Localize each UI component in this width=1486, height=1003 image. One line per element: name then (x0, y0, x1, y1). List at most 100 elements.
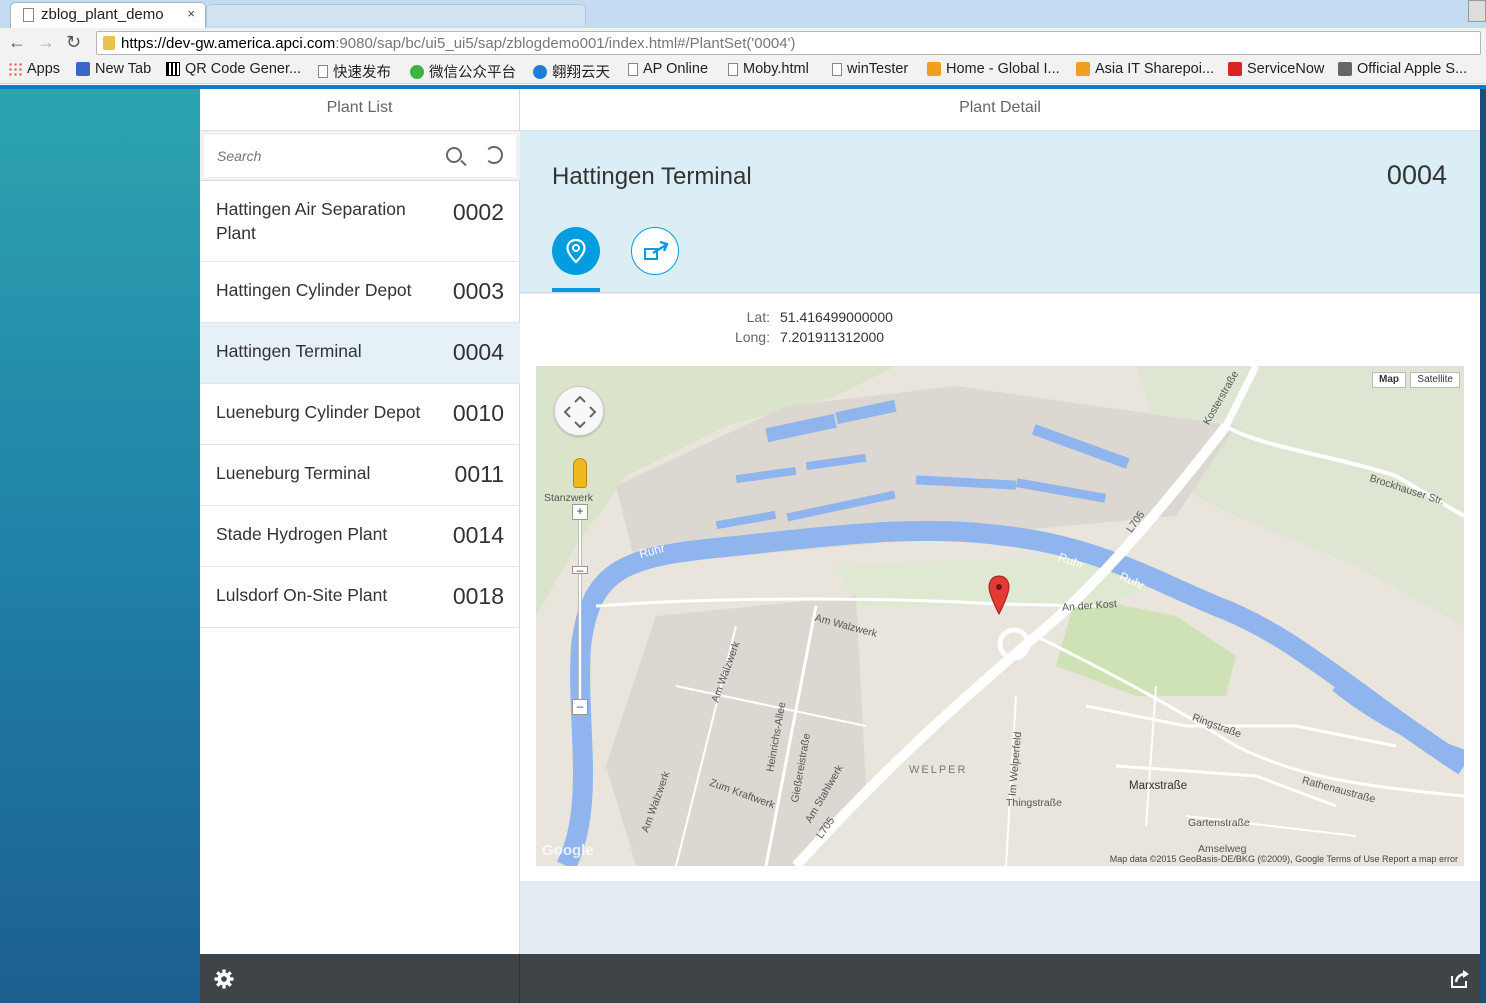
bookmark-item[interactable]: 快速发布 (318, 61, 391, 82)
map-type-map-button[interactable]: Map (1372, 372, 1406, 388)
bookmark-item[interactable]: Apps (8, 61, 60, 77)
google-logo[interactable]: Google (542, 842, 594, 859)
zoom-slider-handle[interactable]: – (572, 564, 588, 576)
plant-list-item[interactable]: Hattingen Cylinder Depot 0003 (200, 262, 520, 323)
tab-title: zblog_plant_demo (41, 6, 164, 23)
bookmark-label: 微信公众平台 (429, 65, 516, 81)
bookmark-item[interactable]: Official Apple S... (1338, 61, 1467, 77)
master-footer (200, 954, 520, 1003)
lock-warning-icon (103, 36, 115, 50)
tab-navigate[interactable] (631, 227, 679, 275)
plant-number: 0003 (452, 278, 504, 304)
bookmark-item[interactable]: Home - Global I... (927, 61, 1060, 77)
plant-list-item[interactable]: Lueneburg Cylinder Depot 0010 (200, 384, 520, 445)
sharepoint-icon (927, 62, 941, 76)
bookmark-label: Moby.html (743, 61, 809, 77)
gear-icon[interactable] (214, 969, 234, 989)
plant-number: 0018 (452, 583, 504, 609)
plant-name: Hattingen Air Separation Plant (216, 199, 406, 243)
wechat-icon (410, 64, 424, 79)
bookmark-label: New Tab (95, 61, 152, 77)
share-icon[interactable] (1450, 970, 1470, 988)
map-label: Gartenstraße (1188, 817, 1250, 829)
bookmark-item[interactable]: 微信公众平台 (410, 61, 516, 82)
plant-list-item[interactable]: Stade Hydrogen Plant 0014 (200, 506, 520, 567)
plant-name: Stade Hydrogen Plant (216, 524, 388, 544)
page-icon (728, 62, 738, 76)
plant-number: 0010 (452, 400, 504, 426)
shell-right-edge (1480, 89, 1486, 1003)
search-bar (200, 131, 520, 181)
plant-list-item[interactable]: Hattingen Air Separation Plant 0002 (200, 181, 520, 262)
pegman-icon[interactable] (573, 458, 587, 488)
zoom-slider[interactable] (578, 516, 582, 706)
address-bar[interactable]: https://dev-gw.america.apci.com:9080/sap… (96, 31, 1481, 55)
object-title: Hattingen Terminal (552, 163, 752, 190)
bookmark-label: ServiceNow (1247, 61, 1325, 77)
plant-name: Lueneburg Terminal (216, 463, 371, 483)
tab-location[interactable] (552, 227, 600, 275)
zoom-out-button[interactable]: – (572, 699, 588, 715)
google-map[interactable]: Stanzwerk Ruhr Ruhr Ruhr L705 L705 Koste… (536, 366, 1464, 866)
plant-number: 0011 (454, 461, 504, 487)
plant-list-item[interactable]: Hattingen Terminal 0004 (200, 323, 520, 384)
refresh-icon[interactable] (485, 146, 503, 164)
browser-tab-inactive[interactable] (206, 4, 586, 26)
plant-list-item[interactable]: Lulsdorf On-Site Plant 0018 (200, 567, 520, 628)
long-label-wrap: Long: (690, 329, 770, 347)
bookmark-item[interactable]: QR Code Gener... (166, 61, 301, 77)
object-header: Hattingen Terminal 0004 (520, 131, 1480, 293)
map-type-satellite-button[interactable]: Satellite (1410, 372, 1460, 388)
browser-toolbar: ← → ↻ https://dev-gw.america.apci.com:90… (0, 28, 1486, 58)
browser-tab-active[interactable]: zblog_plant_demo × (10, 2, 206, 28)
bookmark-label: 翱翔云天 (552, 65, 610, 81)
window-control-button[interactable] (1468, 0, 1486, 22)
plant-name: Lulsdorf On-Site Plant (216, 585, 388, 605)
page-icon (628, 62, 638, 76)
tab-location-underline (552, 288, 600, 292)
bookmark-item[interactable]: winTester (832, 61, 908, 77)
forward-arrow-icon[interactable]: → (37, 32, 55, 53)
apple-icon (1338, 62, 1352, 76)
plant-name: Lueneburg Cylinder Depot (216, 402, 421, 422)
plant-number: 0004 (452, 339, 504, 365)
bookmark-item[interactable]: Asia IT Sharepoi... (1076, 61, 1214, 77)
servicenow-icon (1228, 62, 1242, 76)
page-favicon-icon (23, 8, 34, 22)
bookmark-label: QR Code Gener... (185, 61, 302, 77)
search-input[interactable] (204, 135, 516, 177)
plant-name: Hattingen Terminal (216, 341, 362, 361)
detail-page-title: Plant Detail (520, 89, 1480, 131)
search-icon[interactable] (446, 147, 462, 163)
bookmark-label: 快速发布 (333, 65, 391, 81)
back-arrow-icon[interactable]: ← (8, 32, 26, 53)
browser-tabbar: zblog_plant_demo × (0, 0, 1486, 28)
swirl-icon (533, 64, 547, 79)
bookmark-item[interactable]: New Tab (76, 61, 151, 77)
location-content: Lat: 51.416499000000 Long: 7.20191131200… (520, 294, 1480, 881)
reload-icon[interactable]: ↻ (66, 32, 81, 53)
object-number: 0004 (1386, 160, 1447, 190)
map-label: Marxstraße (1129, 780, 1188, 792)
map-attribution[interactable]: Map data ©2015 GeoBasis-DE/BKG (©2009), … (1110, 854, 1458, 864)
map-label: Thingstraße (1006, 797, 1063, 809)
lat-label-wrap: Lat: (690, 309, 770, 327)
detail-footer (520, 954, 1480, 1003)
qr-icon (166, 62, 180, 76)
plant-name: Hattingen Cylinder Depot (216, 280, 412, 300)
plant-list-item[interactable]: Lueneburg Terminal 0011 (200, 445, 520, 506)
long-value: 7.201911312000 (780, 329, 885, 345)
map-pan-control[interactable] (554, 386, 604, 436)
bookmark-item[interactable]: AP Online (628, 61, 708, 77)
master-page-title: Plant List (200, 89, 519, 131)
bookmark-item[interactable]: Moby.html (728, 61, 809, 77)
tab-close-icon[interactable]: × (187, 6, 195, 21)
bookmark-item[interactable]: 翱翔云天 (533, 61, 610, 82)
zoom-in-button[interactable]: + (572, 504, 588, 520)
bookmark-label: winTester (847, 61, 909, 77)
map-pin-icon (566, 238, 586, 264)
bookmarks-bar: Apps New Tab QR Code Gener... 快速发布 微信公众平台 翱翔云… (0, 58, 1486, 84)
new-tab-icon (76, 62, 90, 76)
plant-number: 0002 (452, 199, 504, 225)
bookmark-item[interactable]: ServiceNow (1228, 61, 1324, 77)
